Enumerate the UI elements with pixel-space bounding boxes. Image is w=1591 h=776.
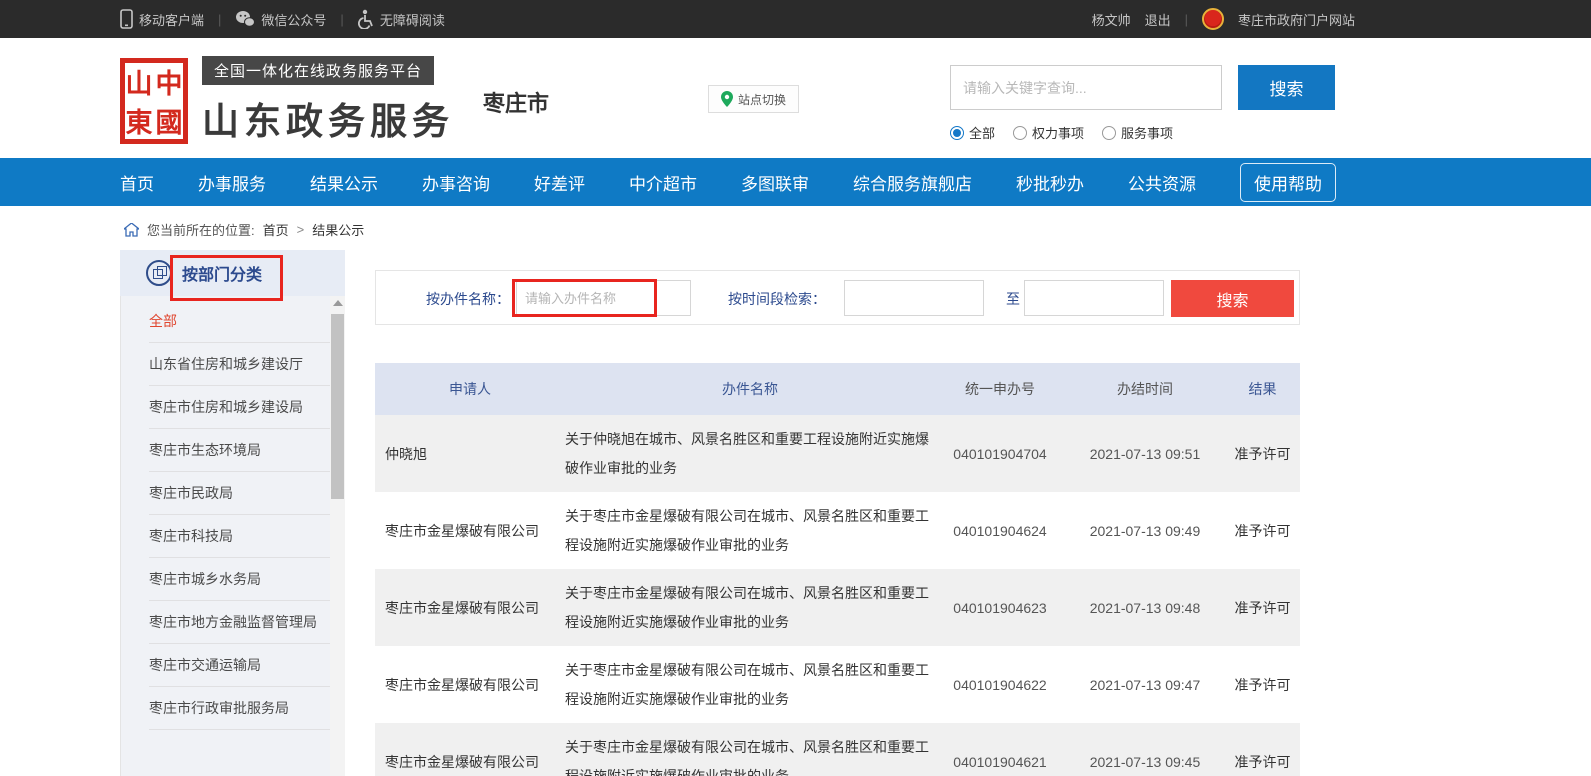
scroll-up-icon[interactable] [333,300,343,306]
case-name-cell: 关于枣庄市金星爆破有限公司在城市、风景名胜区和重要工程设施附近实施爆破作业审批的… [565,733,935,776]
seal-char: 東 [124,101,154,140]
finish-time-cell: 2021-07-13 09:49 [1065,523,1225,539]
separator: | [218,12,221,27]
wechat-icon [235,10,255,28]
shandong-seal-icon: 山 中 東 國 [120,58,188,144]
filter-time-label: 按时间段检索： [728,289,826,309]
case-name-cell: 关于枣庄市金星爆破有限公司在城市、风景名胜区和重要工程设施附近实施爆破作业审批的… [565,656,935,714]
table-row[interactable]: 枣庄市金星爆破有限公司 关于枣庄市金星爆破有限公司在城市、风景名胜区和重要工程设… [375,723,1300,776]
scrollbar-thumb[interactable] [331,314,344,499]
breadcrumb-current: 结果公示 [312,220,364,239]
category-icon [146,260,172,286]
mobile-client-link[interactable]: 移动客户端 [120,9,204,29]
table-row[interactable]: 仲晓旭 关于仲晓旭在城市、风景名胜区和重要工程设施附近实施爆破作业审批的业务 0… [375,415,1300,492]
sidebar-header: 按部门分类 [120,250,345,296]
department-item[interactable]: 全部 [149,300,330,343]
breadcrumb-prefix: 您当前所在的位置: [147,220,255,239]
page: 移动客户端 | 微信公众号 | 无障碍阅读 杨文帅 退出 | 枣庄市政府门户网站 [0,0,1591,776]
department-list: 全部 山东省住房和城乡建设厅 枣庄市住房和城乡建设局 枣庄市生态环境局 枣庄市民… [120,296,345,776]
applicant-cell: 枣庄市金星爆破有限公司 [375,521,565,541]
department-item[interactable]: 枣庄市民政局 [149,472,330,515]
seal-char: 山 [124,62,154,101]
sidebar-scrollbar[interactable] [330,296,345,776]
department-item[interactable]: 山东省住房和城乡建设厅 [149,343,330,386]
seal-char: 國 [154,101,184,140]
main-content: 按办件名称： 按时间段检索： 至 搜索 申请人 办件名称 统一申办号 办结时间 … [375,0,1300,776]
sidebar-title: 按部门分类 [182,261,262,285]
case-id-cell: 040101904704 [935,446,1065,462]
filter-to-label: 至 [1006,289,1020,309]
table-row[interactable]: 枣庄市金星爆破有限公司 关于枣庄市金星爆破有限公司在城市、风景名胜区和重要工程设… [375,646,1300,723]
case-id-cell: 040101904621 [935,754,1065,770]
nav-item[interactable]: 首页 [120,170,154,195]
results-table: 申请人 办件名称 统一申办号 办结时间 结果 仲晓旭 关于仲晓旭在城市、风景名胜… [375,363,1300,776]
filter-bar: 按办件名称： 按时间段检索： 至 搜索 [375,270,1300,325]
applicant-cell: 枣庄市金星爆破有限公司 [375,675,565,695]
home-icon [124,223,139,237]
seal-char: 中 [154,62,184,101]
applicant-cell: 枣庄市金星爆破有限公司 [375,598,565,618]
department-item[interactable]: 枣庄市生态环境局 [149,429,330,472]
wechat-link[interactable]: 微信公众号 [235,10,326,29]
finish-time-cell: 2021-07-13 09:51 [1065,446,1225,462]
result-cell: 准予许可 [1225,675,1300,695]
case-id-cell: 040101904622 [935,677,1065,693]
case-id-cell: 040101904624 [935,523,1065,539]
mobile-client-label: 移动客户端 [139,10,204,29]
table-header-row: 申请人 办件名称 统一申办号 办结时间 结果 [375,363,1300,415]
case-name-input[interactable] [516,280,691,316]
separator: | [340,12,343,27]
filter-search-button[interactable]: 搜索 [1171,280,1294,317]
department-item[interactable]: 枣庄市科技局 [149,515,330,558]
breadcrumb: 您当前所在的位置: 首页 > 结果公示 [124,220,364,239]
header-finish-time: 办结时间 [1065,379,1225,399]
table-body: 仲晓旭 关于仲晓旭在城市、风景名胜区和重要工程设施附近实施爆破作业审批的业务 0… [375,415,1300,776]
mobile-icon [120,9,133,29]
case-name-cell: 关于仲晓旭在城市、风景名胜区和重要工程设施附近实施爆破作业审批的业务 [565,425,935,483]
filter-name-label: 按办件名称： [426,289,510,309]
applicant-cell: 仲晓旭 [375,444,565,464]
time-from-input[interactable] [844,280,984,316]
breadcrumb-home[interactable]: 首页 [263,220,289,239]
header-case-name: 办件名称 [565,375,935,404]
case-name-cell: 关于枣庄市金星爆破有限公司在城市、风景名胜区和重要工程设施附近实施爆破作业审批的… [565,579,935,637]
breadcrumb-separator: > [297,222,305,237]
result-cell: 准予许可 [1225,521,1300,541]
time-to-input[interactable] [1024,280,1164,316]
accessibility-icon [358,9,374,29]
department-item[interactable]: 枣庄市行政审批服务局 [149,687,330,730]
header-applicant: 申请人 [375,379,565,399]
department-item[interactable]: 枣庄市地方金融监督管理局 [149,601,330,644]
finish-time-cell: 2021-07-13 09:47 [1065,677,1225,693]
nav-item[interactable]: 办事服务 [198,170,266,195]
applicant-cell: 枣庄市金星爆破有限公司 [375,752,565,772]
finish-time-cell: 2021-07-13 09:48 [1065,600,1225,616]
result-cell: 准予许可 [1225,444,1300,464]
department-item[interactable]: 枣庄市城乡水务局 [149,558,330,601]
department-item[interactable]: 枣庄市住房和城乡建设局 [149,386,330,429]
result-cell: 准予许可 [1225,598,1300,618]
header-case-id: 统一申办号 [935,379,1065,399]
case-name-cell: 关于枣庄市金星爆破有限公司在城市、风景名胜区和重要工程设施附近实施爆破作业审批的… [565,502,935,560]
table-row[interactable]: 枣庄市金星爆破有限公司 关于枣庄市金星爆破有限公司在城市、风景名胜区和重要工程设… [375,492,1300,569]
wechat-label: 微信公众号 [261,10,326,29]
table-row[interactable]: 枣庄市金星爆破有限公司 关于枣庄市金星爆破有限公司在城市、风景名胜区和重要工程设… [375,569,1300,646]
nav-item[interactable]: 结果公示 [310,170,378,195]
header-result: 结果 [1225,379,1300,399]
department-item[interactable]: 枣庄市交通运输局 [149,644,330,687]
finish-time-cell: 2021-07-13 09:45 [1065,754,1225,770]
case-id-cell: 040101904623 [935,600,1065,616]
department-sidebar: 按部门分类 全部 山东省住房和城乡建设厅 枣庄市住房和城乡建设局 枣庄市生态环境… [120,250,345,776]
result-cell: 准予许可 [1225,752,1300,772]
